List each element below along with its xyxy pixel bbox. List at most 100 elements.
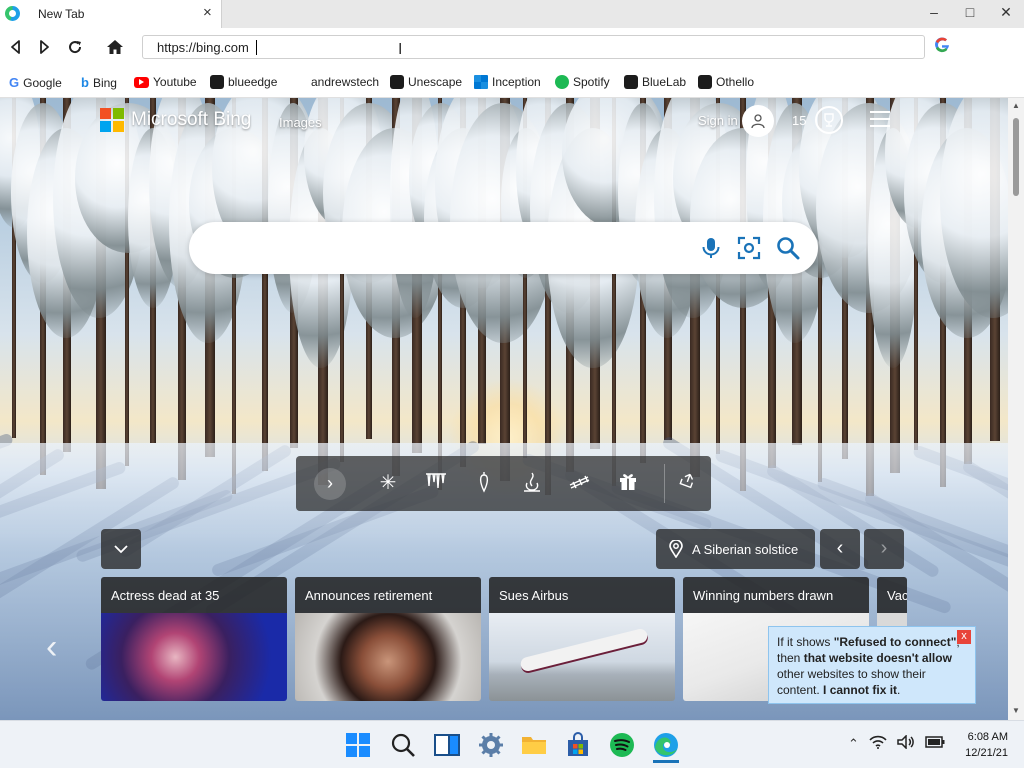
carrot-icon[interactable] (472, 471, 496, 495)
file-explorer-icon[interactable] (521, 732, 547, 758)
settings-gear-icon[interactable] (478, 732, 504, 758)
microsoft-logo-icon (100, 108, 124, 132)
spotify-icon[interactable] (609, 732, 635, 758)
news-image (489, 613, 675, 701)
images-link[interactable]: Images (279, 115, 322, 130)
microsoft-store-icon[interactable] (565, 732, 591, 758)
bookmark-label: Google (23, 75, 62, 90)
browser-toolbar: https://bing.com (0, 28, 1024, 66)
wifi-icon[interactable] (869, 735, 887, 752)
microphone-icon[interactable] (698, 235, 724, 261)
volume-icon[interactable] (897, 734, 915, 752)
tooltip-close-icon[interactable]: x (957, 630, 971, 644)
maximize-icon[interactable]: □ (960, 4, 980, 20)
quiz-next-icon[interactable]: › (314, 468, 346, 500)
bookmark-label: andrewstech (311, 75, 380, 89)
home-icon[interactable] (104, 36, 126, 58)
rewards-trophy-icon[interactable] (815, 106, 843, 134)
visual-search-icon[interactable] (736, 235, 762, 261)
windows-taskbar: ⌃ 6:08 AM 12/21/21 (0, 720, 1024, 768)
news-title: Sues Airbus (489, 577, 675, 613)
news-card[interactable]: Actress dead at 35 (101, 577, 287, 701)
scroll-down-icon[interactable]: ▼ (1012, 706, 1020, 715)
news-previous-icon[interactable]: ‹ (46, 628, 57, 667)
search-icon[interactable] (775, 235, 801, 261)
refresh-icon[interactable] (64, 36, 86, 58)
bookmark-spotify[interactable]: Spotify (555, 75, 610, 89)
gift-icon[interactable] (616, 471, 640, 495)
bookmark-blueedge[interactable]: blueedge (210, 75, 277, 89)
scroll-thumb[interactable] (1013, 118, 1019, 196)
search-box[interactable] (189, 222, 818, 274)
bing-logo[interactable]: Microsoft Bing (100, 108, 251, 132)
react-icon (624, 75, 638, 89)
bookmark-label: blueedge (228, 75, 278, 89)
image-caption-button[interactable]: A Siberian solstice (656, 529, 815, 569)
spotify-icon (555, 75, 569, 89)
fire-icon[interactable] (520, 471, 544, 495)
minimize-icon[interactable]: – (924, 4, 944, 20)
help-tooltip: x If it shows "Refused to connect", then… (768, 626, 976, 704)
address-url[interactable]: https://bing.com (157, 40, 249, 55)
avatar-icon[interactable] (742, 105, 774, 137)
google-search-icon[interactable] (934, 37, 950, 58)
address-bar[interactable]: https://bing.com (142, 35, 925, 59)
search-input[interactable] (213, 234, 693, 262)
previous-image-button[interactable]: ‹ (820, 529, 860, 569)
bookmark-label: Spotify (573, 75, 610, 89)
news-image (295, 613, 481, 701)
edge-browser-icon[interactable] (653, 732, 679, 763)
show-hidden-icons-icon[interactable]: ⌃ (848, 736, 859, 752)
system-tray: ⌃ (848, 734, 945, 752)
tooltip-line: If it shows "Refused to connect", (777, 635, 960, 649)
react-icon (210, 75, 224, 89)
share-icon[interactable] (676, 471, 700, 495)
taskbar-clock[interactable]: 6:08 AM 12/21/21 (956, 729, 1008, 761)
news-title: Winning numbers drawn (683, 577, 869, 613)
rewards-points[interactable]: 15 (792, 113, 806, 128)
bookmark-othello[interactable]: Othello (698, 75, 754, 89)
menu-icon[interactable] (870, 111, 890, 132)
windows-icon (474, 75, 488, 89)
bookmark-youtube[interactable]: Youtube (134, 75, 197, 89)
bookmark-label: BlueLab (642, 75, 687, 89)
location-pin-icon (669, 540, 683, 558)
bookmark-bing[interactable]: b Bing (81, 75, 117, 90)
chevron-down-icon (114, 544, 128, 553)
battery-icon[interactable] (925, 736, 945, 751)
close-window-icon[interactable]: ✕ (996, 4, 1016, 21)
bookmark-label: Othello (716, 75, 755, 89)
back-icon[interactable] (4, 36, 26, 58)
windows-start-icon[interactable] (345, 732, 371, 758)
task-view-icon[interactable] (434, 732, 460, 758)
react-icon (698, 75, 712, 89)
icicles-icon[interactable] (424, 471, 448, 495)
browser-tab[interactable]: New Tab × (0, 0, 222, 28)
snowflake-icon[interactable]: ✳ (376, 471, 400, 495)
airplane-image (519, 627, 649, 673)
clock-time: 6:08 AM (967, 731, 1008, 743)
scroll-up-icon[interactable]: ▲ (1012, 101, 1020, 110)
forward-icon[interactable] (34, 36, 56, 58)
bookmarks-bar: G Google b Bing Youtube blueedge andrews… (0, 66, 1024, 98)
browser-titlebar: New Tab × – □ ✕ (0, 0, 1024, 28)
tooltip-line: then that website doesn't allow (777, 651, 952, 665)
bookmark-unescape[interactable]: Unescape (390, 75, 462, 89)
next-image-button[interactable]: › (864, 529, 904, 569)
tab-title: New Tab (38, 7, 85, 21)
youtube-icon (134, 76, 149, 88)
collapse-news-button[interactable] (101, 529, 141, 569)
page-scrollbar[interactable]: ▲ ▼ (1008, 98, 1024, 720)
clock-date: 12/21/21 (965, 747, 1008, 759)
close-tab-icon[interactable]: × (203, 4, 212, 21)
bookmark-bluelab[interactable]: BlueLab (624, 75, 686, 89)
news-card[interactable]: Sues Airbus (489, 577, 675, 701)
news-card[interactable]: Announces retirement (295, 577, 481, 701)
bookmark-inception[interactable]: Inception (474, 75, 541, 89)
sign-in-link[interactable]: Sign in (698, 113, 738, 128)
bookmark-andrewstech[interactable]: andrewstech (311, 75, 379, 89)
news-title: Actress dead at 35 (101, 577, 287, 613)
sled-icon[interactable] (568, 471, 592, 495)
search-icon[interactable] (390, 732, 416, 758)
bookmark-google[interactable]: G Google (9, 75, 62, 90)
